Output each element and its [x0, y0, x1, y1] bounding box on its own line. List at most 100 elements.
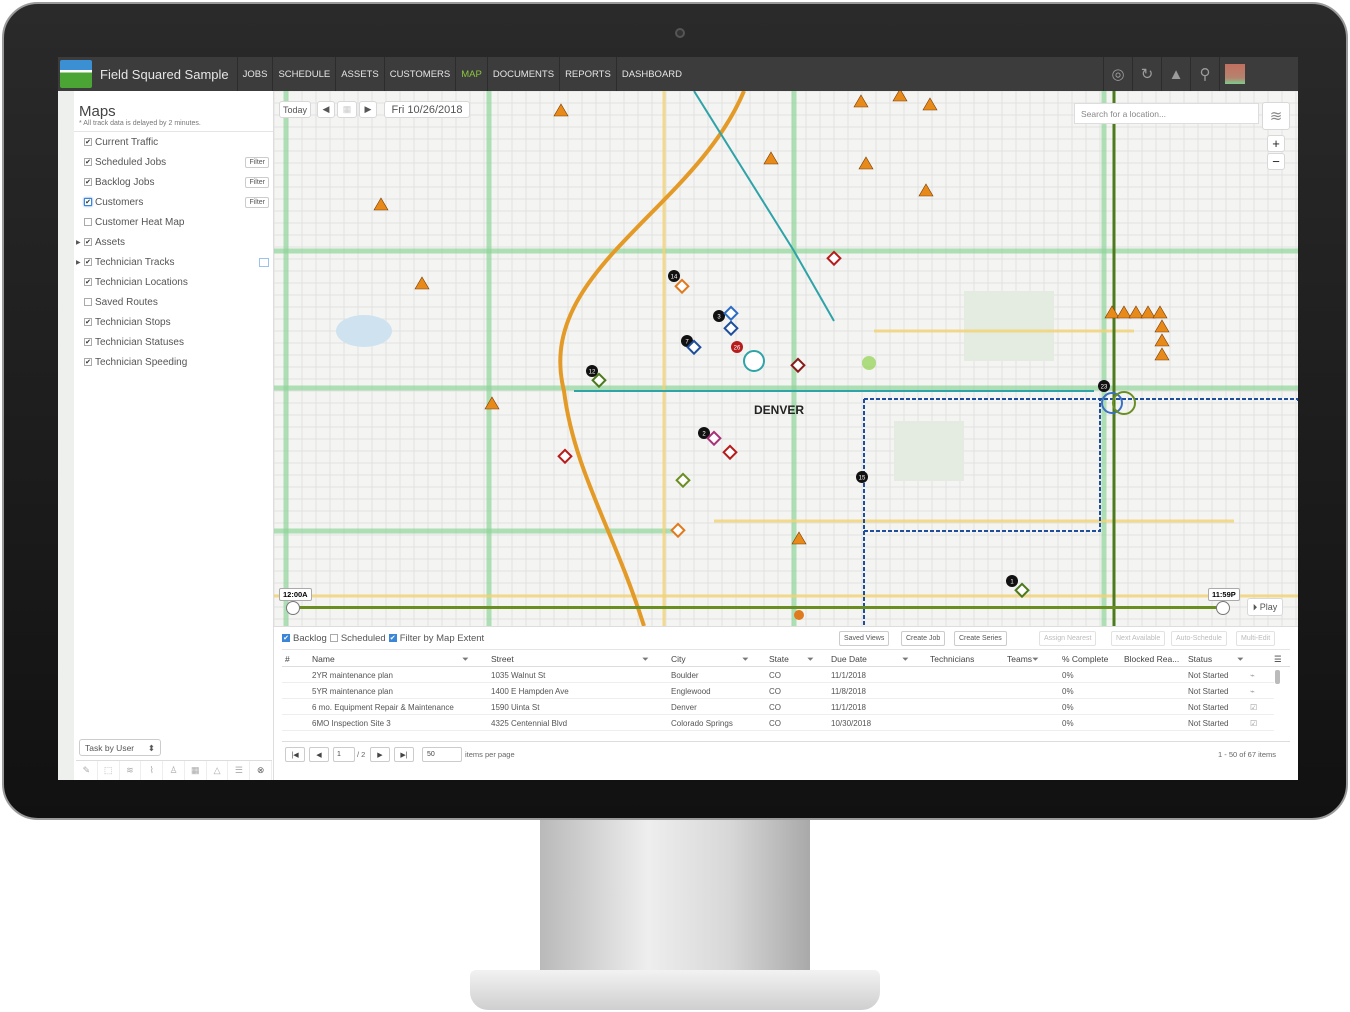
next-page-button[interactable]: ▶ [370, 747, 390, 762]
nav-jobs[interactable]: JOBS [236, 57, 273, 91]
app-logo[interactable] [60, 60, 92, 88]
prev-day-button[interactable]: ◀ [317, 101, 335, 118]
layer-checkbox[interactable] [84, 318, 92, 326]
column-header[interactable]: State [769, 654, 789, 664]
layer-checkbox[interactable] [84, 138, 92, 146]
layer-filter-button[interactable]: Filter [245, 196, 269, 208]
timeline-slider[interactable]: 12:00A 11:59P ⏵ Play [274, 588, 1298, 626]
filter-icon[interactable]: ⏷ [1237, 654, 1244, 665]
layer-current-traffic[interactable]: Current Traffic [74, 132, 273, 152]
nav-assets[interactable]: ASSETS [335, 57, 384, 91]
user-avatar[interactable] [1225, 64, 1245, 84]
filter-icon[interactable]: ⏷ [807, 654, 814, 665]
layer-customer-heat-map[interactable]: Customer Heat Map [74, 212, 273, 232]
expand-arrow-icon[interactable]: ▶ [76, 239, 81, 246]
time-end-handle[interactable] [1216, 601, 1230, 615]
calendar-icon[interactable]: ▦ [337, 101, 357, 118]
next-day-button[interactable]: ▶ [359, 101, 377, 118]
column-header[interactable]: Teams [1007, 654, 1032, 664]
grid-filter-checkbox[interactable] [282, 634, 290, 642]
column-header[interactable]: Status [1188, 654, 1212, 664]
clear-icon[interactable]: ⊗ [250, 761, 273, 780]
layer-checkbox[interactable] [84, 178, 92, 186]
prev-page-button[interactable]: ◀ [309, 747, 329, 762]
column-menu-icon[interactable]: ☰ [1274, 654, 1282, 665]
layer-customers[interactable]: Customers Filter [74, 192, 273, 212]
column-header[interactable]: # [285, 654, 290, 664]
column-header[interactable]: City [671, 654, 686, 664]
filter-icon[interactable]: ⏷ [902, 654, 909, 665]
layer-assets[interactable]: ▶ Assets [74, 232, 273, 252]
polygon-icon[interactable]: ⬚ [98, 761, 120, 780]
play-button[interactable]: ⏵ Play [1247, 598, 1283, 616]
layer-filter-button[interactable]: Filter [245, 156, 269, 168]
nav-reports[interactable]: REPORTS [559, 57, 616, 91]
map-canvas[interactable]: 14 3 7 26 12 2 15 1 23 Today ◀ ▦ ▶ Fri 10/26/201… [274, 91, 1298, 626]
create-series-button[interactable]: Create Series [954, 631, 1007, 646]
column-header[interactable]: Technicians [930, 654, 974, 664]
nav-map[interactable]: MAP [455, 57, 487, 91]
nav-customers[interactable]: CUSTOMERS [383, 57, 456, 91]
page-input[interactable]: 1 [333, 747, 355, 762]
layers-icon[interactable]: ≋ [120, 761, 142, 780]
column-header[interactable]: Street [491, 654, 514, 664]
checkbox-icon[interactable]: ☑ [1250, 719, 1257, 728]
tag-icon[interactable]: ⌁ [1250, 671, 1255, 680]
filter-icon[interactable]: ⏷ [742, 654, 749, 665]
pin-route-icon[interactable]: ⌇ [141, 761, 164, 780]
expand-arrow-icon[interactable]: ▶ [76, 259, 81, 266]
layers-toggle-icon[interactable]: ≋ [1262, 102, 1290, 130]
table-row[interactable]: 5YR maintenance plan 1400 E Hampden Ave En… [282, 683, 1274, 699]
layer-checkbox[interactable] [84, 238, 92, 246]
triangle-icon[interactable]: △ [207, 761, 229, 780]
layer-checkbox[interactable] [84, 218, 92, 226]
column-header[interactable]: % Complete [1062, 654, 1108, 664]
layer-checkbox[interactable] [84, 278, 92, 286]
page-size-select[interactable]: 50 [422, 747, 462, 762]
task-by-select[interactable]: Task by User ⬍ [79, 739, 161, 756]
layer-checkbox[interactable] [84, 158, 92, 166]
grid-filter-checkbox[interactable] [329, 634, 338, 642]
nav-documents[interactable]: DOCUMENTS [486, 57, 559, 91]
column-header[interactable]: Due Date [831, 654, 867, 664]
create-job-button[interactable]: Create Job [901, 631, 946, 646]
grid-scrollbar[interactable] [1275, 670, 1280, 684]
column-header[interactable]: Blocked Rea... [1124, 654, 1179, 664]
table-row[interactable]: 2YR maintenance plan 1035 Walnut St Boulde… [282, 667, 1274, 683]
layer-technician-locations[interactable]: Technician Locations [74, 272, 273, 292]
location-search-input[interactable]: Search for a location... [1074, 103, 1259, 124]
saved-views-button[interactable]: Saved Views [839, 631, 890, 646]
layer-checkbox[interactable] [84, 198, 92, 206]
checkbox-icon[interactable]: ☑ [1250, 703, 1257, 712]
user-location-icon[interactable]: ♙ [163, 761, 185, 780]
layer-checkbox[interactable] [84, 358, 92, 366]
search-icon[interactable]: ⚲ [1190, 57, 1219, 91]
layer-technician-tracks[interactable]: ▶ Technician Tracks [74, 252, 273, 272]
table-row[interactable]: 6 mo. Equipment Repair & Maintenance 1590… [282, 699, 1274, 715]
layer-checkbox[interactable] [84, 258, 92, 266]
nav-dashboard[interactable]: DASHBOARD [615, 57, 687, 91]
help-lifebuoy-icon[interactable]: ◎ [1103, 57, 1132, 91]
first-page-button[interactable]: |◀ [285, 747, 305, 762]
refresh-icon[interactable]: ↻ [1132, 57, 1161, 91]
recycle-icon[interactable]: ▲ [1161, 57, 1190, 91]
tag-icon[interactable]: ⌁ [1250, 687, 1255, 696]
nav-schedule[interactable]: SCHEDULE [272, 57, 335, 91]
filter-icon[interactable]: ⏷ [462, 654, 469, 665]
pencil-icon[interactable]: ✎ [76, 761, 98, 780]
list-icon[interactable]: ☰ [228, 761, 251, 780]
layer-scheduled-jobs[interactable]: Scheduled Jobs Filter [74, 152, 273, 172]
layer-checkbox[interactable] [84, 338, 92, 346]
layer-backlog-jobs[interactable]: Backlog Jobs Filter [74, 172, 273, 192]
table-row[interactable]: 6MO Inspection Site 3 4325 Centennial Blv… [282, 715, 1274, 731]
layer-checkbox[interactable] [84, 298, 92, 306]
layer-technician-speeding[interactable]: Technician Speeding [74, 352, 273, 372]
layer-filter-button[interactable]: Filter [245, 176, 269, 188]
column-header[interactable]: Name [312, 654, 335, 664]
layer-technician-stops[interactable]: Technician Stops [74, 312, 273, 332]
grid-icon[interactable]: ▦ [185, 761, 207, 780]
time-start-handle[interactable] [286, 601, 300, 615]
date-display[interactable]: Fri 10/26/2018 [384, 101, 470, 118]
last-page-button[interactable]: ▶| [394, 747, 414, 762]
layer-technician-statuses[interactable]: Technician Statuses [74, 332, 273, 352]
